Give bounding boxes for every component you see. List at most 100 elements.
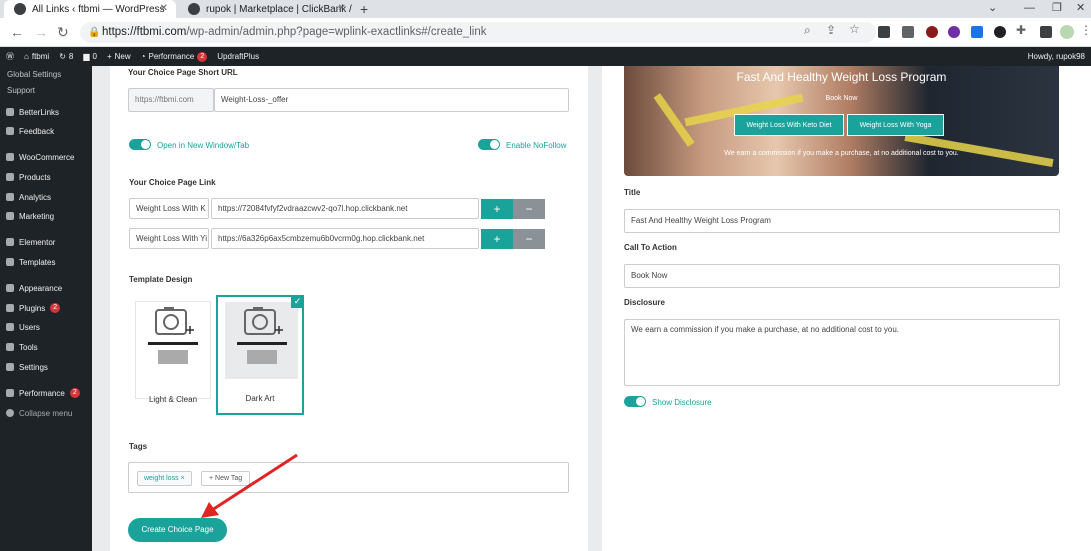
reload-icon[interactable]: ↻ bbox=[57, 24, 69, 41]
puzzle-icon[interactable]: ✚ bbox=[1016, 23, 1026, 37]
template-name: Dark Art bbox=[245, 394, 275, 403]
add-link-button[interactable]: + bbox=[481, 199, 513, 219]
avatar[interactable] bbox=[1060, 25, 1074, 39]
extension-icon[interactable] bbox=[994, 26, 1006, 38]
link-url-input[interactable]: https://72084fvfyf2vdraazcwv2-qo7l.hop.c… bbox=[211, 198, 479, 219]
tag-chip: weight loss × bbox=[137, 471, 192, 486]
sidebar-item-betterlinks[interactable]: BetterLinks bbox=[0, 104, 92, 120]
enable-nofollow-label: Enable NoFollow bbox=[506, 141, 567, 150]
url-input[interactable]: 🔒 https://ftbmi.com/wp-admin/admin.php?p… bbox=[80, 22, 876, 43]
tab-clickbank[interactable]: rupok | Marketplace | ClickBank / ✕ bbox=[178, 0, 354, 18]
template-light-clean[interactable] bbox=[135, 301, 211, 399]
preview-link-button[interactable]: Weight Loss With Keto Diet bbox=[734, 114, 844, 136]
site-name-link[interactable]: ⌂ ftbmi bbox=[24, 52, 49, 61]
sidebar-item-settings[interactable]: Settings bbox=[0, 359, 92, 375]
zoom-icon[interactable]: ⌕ bbox=[804, 23, 811, 38]
sidebar-item-global-settings[interactable]: Global Settings bbox=[0, 66, 92, 82]
sidebar-item-products[interactable]: Products bbox=[0, 169, 92, 185]
new-link[interactable]: + New bbox=[107, 52, 131, 61]
updates-icon: ↻ bbox=[59, 52, 66, 61]
link-url-input[interactable]: https://6a326p6ax5cmbzemu6b0vcrm0g.hop.c… bbox=[211, 228, 479, 249]
megaphone-icon bbox=[6, 212, 14, 220]
link-name-input[interactable]: Weight Loss With Yi bbox=[129, 228, 209, 249]
sidebar-item-templates[interactable]: Templates bbox=[0, 254, 92, 270]
sidebar-item-marketing[interactable]: Marketing bbox=[0, 208, 92, 224]
clickbank-icon bbox=[188, 3, 200, 15]
show-disclosure-toggle[interactable] bbox=[624, 396, 646, 407]
link-name-input[interactable]: Weight Loss With K bbox=[129, 198, 209, 219]
extension-icon[interactable] bbox=[878, 26, 890, 38]
updates-count: 8 bbox=[68, 52, 74, 61]
sidebar-item-support[interactable]: Support bbox=[0, 82, 92, 98]
updates-link[interactable]: ↻ 8 bbox=[59, 52, 73, 61]
sidebar-item-label: Feedback bbox=[19, 126, 55, 136]
disclosure-textarea[interactable]: We earn a commission if you make a purch… bbox=[624, 319, 1060, 386]
performance-link[interactable]: ◔ Performance 2 bbox=[141, 51, 208, 62]
sidebar-item-label: Settings bbox=[19, 362, 48, 372]
sidebar-item-elementor[interactable]: Elementor bbox=[0, 234, 92, 250]
add-link-button[interactable]: + bbox=[481, 229, 513, 249]
sidebar-item-analytics[interactable]: Analytics bbox=[0, 189, 92, 205]
elementor-icon bbox=[6, 238, 14, 246]
call-to-action-input[interactable]: Book Now bbox=[624, 264, 1060, 288]
minimize-icon[interactable]: — bbox=[1024, 0, 1035, 16]
sidebar-item-tools[interactable]: Tools bbox=[0, 339, 92, 355]
short-url-input[interactable]: Weight-Loss-_offer bbox=[214, 88, 569, 112]
forward-icon[interactable]: → bbox=[34, 24, 48, 40]
enable-nofollow-toggle[interactable] bbox=[478, 139, 500, 150]
title-input[interactable]: Fast And Healthy Weight Loss Program bbox=[624, 209, 1060, 233]
bookmark-star-icon[interactable]: ☆ bbox=[849, 22, 860, 36]
sidebar-item-feedback[interactable]: Feedback bbox=[0, 123, 92, 139]
extension-icon[interactable] bbox=[926, 26, 938, 38]
sidebar-item-appearance[interactable]: Appearance bbox=[0, 280, 92, 296]
sidebar-item-collapse[interactable]: Collapse menu bbox=[0, 405, 92, 421]
lock-icon: 🔒 bbox=[88, 27, 101, 38]
close-icon[interactable]: ✕ bbox=[338, 3, 346, 14]
howdy-user[interactable]: Howdy, rupok98 bbox=[1028, 47, 1085, 66]
show-disclosure-label: Show Disclosure bbox=[652, 398, 712, 407]
chevron-down-icon[interactable]: ⌄ bbox=[988, 0, 997, 16]
extension-icon[interactable] bbox=[902, 26, 914, 38]
updraft-label: UpdraftPlus bbox=[217, 52, 260, 61]
template-thumbnail-icon bbox=[237, 307, 287, 364]
more-icon[interactable]: ⋮ bbox=[1080, 23, 1091, 37]
tag-remove-icon[interactable]: × bbox=[181, 475, 185, 482]
template-name: Light & Clean bbox=[148, 395, 198, 404]
preview-link-button[interactable]: Weight Loss With Yoga bbox=[847, 114, 944, 136]
sidebar-item-performance[interactable]: Performance 2 bbox=[0, 385, 92, 401]
comments-link[interactable]: ▆ 0 bbox=[83, 52, 97, 61]
templates-icon bbox=[6, 258, 14, 266]
betterlinks-icon bbox=[6, 108, 14, 116]
woocommerce-icon bbox=[6, 153, 14, 161]
side-panel-icon[interactable] bbox=[1040, 26, 1052, 38]
back-icon[interactable]: ← bbox=[10, 24, 24, 40]
url-host: https://ftbmi.com bbox=[102, 26, 187, 38]
sidebar-item-label: Global Settings bbox=[7, 69, 62, 79]
sidebar-item-label: Marketing bbox=[19, 211, 55, 221]
restore-icon[interactable]: ❐ bbox=[1052, 0, 1062, 16]
extension-icon[interactable] bbox=[971, 26, 983, 38]
sidebar-item-plugins[interactable]: Plugins 2 bbox=[0, 300, 92, 316]
extension-icon[interactable] bbox=[948, 26, 960, 38]
sidebar-item-label: Analytics bbox=[19, 192, 52, 202]
close-window-icon[interactable]: ✕ bbox=[1076, 0, 1085, 16]
disclosure-label: Disclosure bbox=[624, 298, 665, 307]
collapse-icon bbox=[6, 409, 14, 417]
wordpress-logo-icon[interactable]: Ⓦ bbox=[6, 51, 14, 62]
sidebar-item-woocommerce[interactable]: WooCommerce bbox=[0, 149, 92, 165]
sidebar-item-label: Appearance bbox=[19, 283, 63, 293]
sidebar-item-users[interactable]: Users bbox=[0, 319, 92, 335]
tab-all-links[interactable]: All Links ‹ ftbmi — WordPress ✕ bbox=[4, 0, 176, 18]
users-icon bbox=[6, 323, 14, 331]
close-icon[interactable]: ✕ bbox=[160, 3, 168, 14]
share-icon[interactable]: ⇪ bbox=[826, 23, 836, 37]
products-icon bbox=[6, 173, 14, 181]
updraft-link[interactable]: UpdraftPlus bbox=[217, 52, 259, 61]
sidebar-item-label: Templates bbox=[19, 257, 56, 267]
remove-link-button[interactable]: − bbox=[513, 229, 545, 249]
new-tab-icon[interactable]: + bbox=[360, 0, 368, 18]
sidebar-item-label: Collapse menu bbox=[19, 408, 73, 418]
open-new-window-toggle[interactable] bbox=[129, 139, 151, 150]
remove-link-button[interactable]: − bbox=[513, 199, 545, 219]
template-dark-art[interactable]: ✓ Dark Art bbox=[216, 295, 304, 415]
